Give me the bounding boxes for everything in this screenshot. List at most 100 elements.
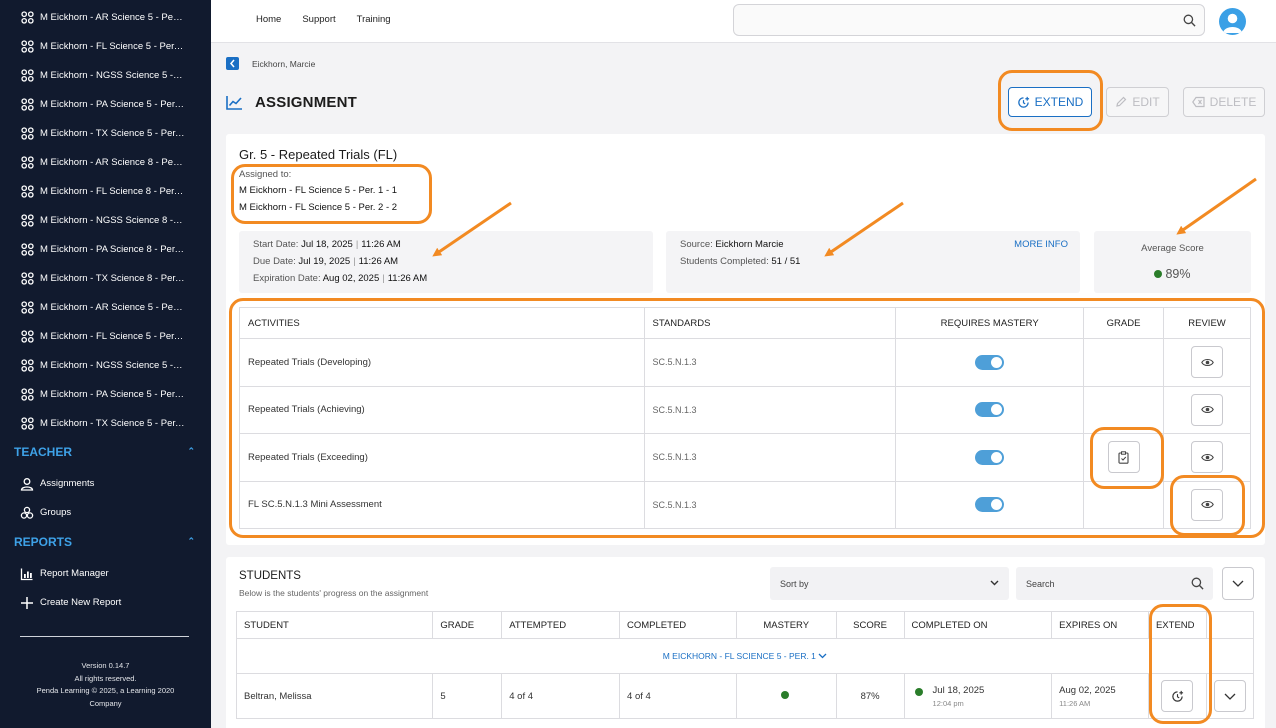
class-group-icon bbox=[21, 185, 34, 198]
review-button[interactable] bbox=[1191, 346, 1223, 379]
sidebar-item-class[interactable]: M Eickhorn - TX Science 5 - Per. 2... bbox=[0, 409, 211, 438]
grade-button[interactable] bbox=[1107, 441, 1140, 474]
col-expires-on: EXPIRES ON bbox=[1051, 611, 1149, 639]
sidebar-item-label: M Eickhorn - NGSS Science 5 - Pe... bbox=[40, 360, 185, 371]
sidebar-item-assignments[interactable]: Assignments bbox=[0, 469, 94, 498]
completed-on-date: Jul 18, 2025 bbox=[932, 684, 985, 696]
group-row[interactable]: M EICKHORN - FL SCIENCE 5 - PER. 1 bbox=[236, 638, 1254, 674]
sidebar-item-class[interactable]: M Eickhorn - PA Science 5 - Per. 1... bbox=[0, 90, 211, 119]
expiration-date-label: Expiration Date: bbox=[253, 273, 321, 284]
sidebar-item-class[interactable]: M Eickhorn - FL Science 5 - Per. 1... bbox=[0, 32, 211, 61]
class-group-icon bbox=[21, 388, 34, 401]
nav-support[interactable]: Support bbox=[302, 14, 335, 25]
nav-home[interactable]: Home bbox=[256, 14, 281, 25]
sidebar-item-class[interactable]: M Eickhorn - AR Science 8 - Per. ... bbox=[0, 148, 211, 177]
students-card: STUDENTS Below is the students' progress… bbox=[226, 557, 1265, 728]
class-group-icon bbox=[21, 417, 34, 430]
expiration-time-value: 11:26 AM bbox=[387, 273, 428, 284]
sidebar-item-class[interactable]: M Eickhorn - NGSS Science 8 - Pe... bbox=[0, 206, 211, 235]
col-grade: GRADE bbox=[432, 611, 503, 639]
search-icon[interactable] bbox=[1191, 577, 1204, 590]
average-score: 89% bbox=[1094, 267, 1251, 281]
clock-plus-icon bbox=[1017, 96, 1029, 108]
review-button[interactable] bbox=[1191, 441, 1223, 474]
expand-all-button[interactable] bbox=[1222, 567, 1254, 600]
mastery-toggle[interactable] bbox=[975, 449, 1005, 465]
activity-standard: SC.5.N.1.3 bbox=[643, 433, 897, 482]
row-expand-button[interactable] bbox=[1213, 680, 1246, 712]
table-row: Repeated Trials (Achieving) SC.5.N.1.3 bbox=[239, 385, 1251, 434]
breadcrumb[interactable]: Eickhorn, Marcie bbox=[252, 59, 315, 69]
source-box: Source: Eickhorn Marcie Students Complet… bbox=[666, 231, 1080, 293]
sidebar-item-class[interactable]: M Eickhorn - TX Science 5 - Per. 1... bbox=[0, 119, 211, 148]
sidebar-item-class[interactable]: M Eickhorn - TX Science 8 - Per. 2... bbox=[0, 264, 211, 293]
sidebar-item-create-report[interactable]: Create New Report bbox=[0, 588, 121, 617]
back-button[interactable] bbox=[226, 57, 239, 70]
students-header-row: STUDENT GRADE ATTEMPTED COMPLETED MASTER… bbox=[235, 611, 1255, 639]
sidebar-item-class[interactable]: M Eickhorn - FL Science 5 - Per. 2... bbox=[0, 322, 211, 351]
assigned-to-label: Assigned to: bbox=[239, 169, 292, 180]
teacher-section-header[interactable]: TEACHER ⌃ bbox=[0, 437, 211, 466]
sidebar-item-report-manager[interactable]: Report Manager bbox=[0, 559, 109, 588]
nav-training[interactable]: Training bbox=[357, 14, 391, 25]
col-activities: ACTIVITIES bbox=[239, 307, 645, 339]
table-row: Repeated Trials (Developing) SC.5.N.1.3 bbox=[239, 338, 1251, 387]
chevron-left-icon bbox=[230, 59, 235, 68]
student-search-input[interactable]: Search bbox=[1016, 567, 1213, 600]
search-icon[interactable] bbox=[1183, 14, 1196, 27]
students-title: STUDENTS bbox=[239, 570, 301, 582]
sidebar-item-label: M Eickhorn - FL Science 5 - Per. 2... bbox=[40, 331, 185, 342]
col-extend: EXTEND bbox=[1147, 611, 1207, 639]
sidebar-item-class[interactable]: M Eickhorn - NGSS Science 5 - Pe... bbox=[0, 61, 211, 90]
eye-icon bbox=[1200, 358, 1214, 366]
sidebar-item-class[interactable]: M Eickhorn - PA Science 8 - Per. 2... bbox=[0, 235, 211, 264]
completed-on-cell: Jul 18, 2025 12:04 pm bbox=[903, 673, 1053, 719]
sidebar-item-class[interactable]: M Eickhorn - AR Science 5 - Per. ... bbox=[0, 3, 211, 32]
delete-button[interactable]: DELETE bbox=[1183, 87, 1265, 117]
review-button[interactable] bbox=[1191, 488, 1223, 521]
avatar[interactable] bbox=[1219, 8, 1246, 35]
review-button[interactable] bbox=[1191, 393, 1223, 426]
chevron-down-icon bbox=[818, 653, 827, 659]
class-group-icon bbox=[21, 69, 34, 82]
reports-section-header[interactable]: REPORTS ⌃ bbox=[0, 527, 211, 556]
activity-standard: SC.5.N.1.3 bbox=[643, 338, 897, 387]
extend-cell bbox=[1147, 673, 1207, 719]
sidebar-item-class[interactable]: M Eickhorn - AR Science 5 - Per. ... bbox=[0, 293, 211, 322]
completed-on: Jul 18, 2025 12:04 pm bbox=[912, 685, 1045, 708]
activity-name: FL SC.5.N.1.3 Mini Assessment bbox=[239, 480, 645, 529]
sidebar-item-label: M Eickhorn - NGSS Science 5 - Pe... bbox=[40, 70, 185, 81]
start-date-label: Start Date: bbox=[253, 239, 299, 250]
sort-by-placeholder: Sort by bbox=[780, 579, 809, 589]
edit-button[interactable]: EDIT bbox=[1106, 87, 1169, 117]
sidebar-item-class[interactable]: M Eickhorn - PA Science 5 - Per. 2... bbox=[0, 380, 211, 409]
separator: | bbox=[382, 273, 385, 284]
sidebar-item-class[interactable]: M Eickhorn - NGSS Science 5 - Pe... bbox=[0, 351, 211, 380]
separator: | bbox=[355, 239, 359, 250]
delete-label: DELETE bbox=[1209, 95, 1257, 109]
mastery-toggle[interactable] bbox=[975, 402, 1005, 418]
class-group-icon bbox=[21, 214, 34, 227]
sidebar-item-label: M Eickhorn - PA Science 8 - Per. 2... bbox=[40, 244, 185, 255]
grade-cell bbox=[1083, 480, 1165, 529]
group-cell[interactable]: M EICKHORN - FL SCIENCE 5 - PER. 1 bbox=[236, 638, 1254, 674]
activity-name: Repeated Trials (Exceeding) bbox=[239, 433, 645, 482]
student-completed: 4 of 4 bbox=[619, 673, 737, 719]
mastery-toggle[interactable] bbox=[975, 354, 1005, 370]
more-info-link[interactable]: MORE INFO bbox=[1014, 239, 1068, 250]
sidebar-footer: Version 0.14.7 All rights reserved. Pend… bbox=[0, 660, 211, 710]
extend-button[interactable]: EXTEND bbox=[1008, 87, 1092, 117]
col-standards: STANDARDS bbox=[643, 307, 897, 339]
student-extend-button[interactable] bbox=[1161, 680, 1194, 712]
mastery-toggle[interactable] bbox=[975, 497, 1005, 513]
global-search-input[interactable] bbox=[733, 4, 1205, 36]
sidebar-item-groups[interactable]: Groups bbox=[0, 498, 71, 527]
due-date-label: Due Date: bbox=[253, 256, 296, 267]
sort-by-select[interactable]: Sort by bbox=[770, 567, 1009, 600]
sidebar-item-class[interactable]: M Eickhorn - FL Science 8 - Per. 2... bbox=[0, 177, 211, 206]
due-date-value: Jul 19, 2025 bbox=[298, 256, 351, 267]
rights-text: All rights reserved. bbox=[74, 673, 137, 683]
col-score: SCORE bbox=[835, 611, 905, 639]
source-value: Eickhorn Marcie bbox=[715, 239, 784, 250]
students-table: STUDENT GRADE ATTEMPTED COMPLETED MASTER… bbox=[235, 611, 1255, 719]
